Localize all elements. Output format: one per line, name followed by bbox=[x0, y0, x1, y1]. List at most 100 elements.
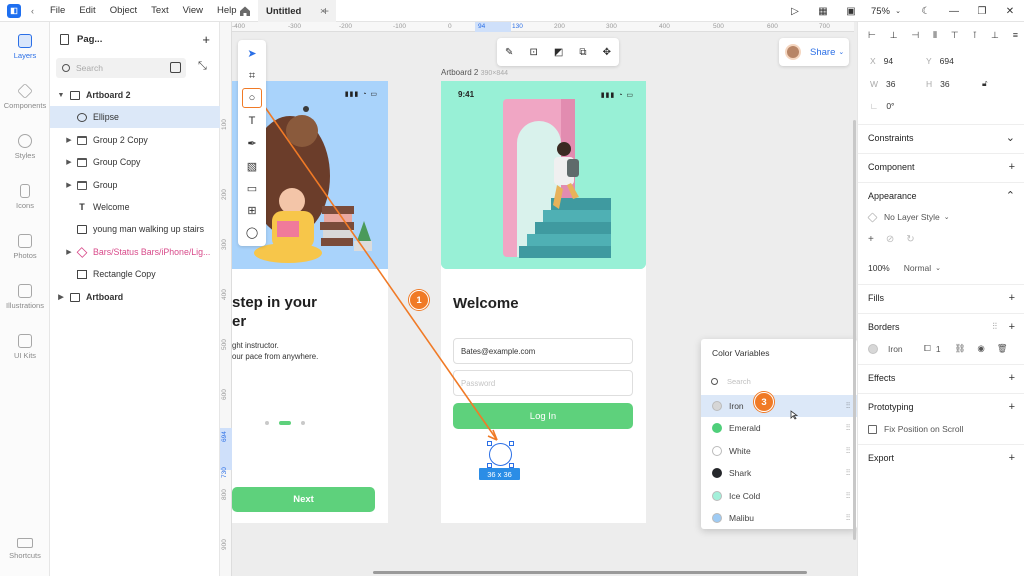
slice-tool-icon[interactable]: ▭ bbox=[242, 178, 262, 198]
component-section[interactable]: Component + bbox=[858, 153, 1024, 179]
distribute-vertical-icon[interactable]: ≡ bbox=[1013, 30, 1018, 41]
rotation-field[interactable]: ∟ 0° bbox=[870, 101, 894, 111]
select-tool-icon[interactable]: ➤ bbox=[242, 43, 262, 63]
layer-style-icon bbox=[867, 211, 878, 223]
alignment-toolbar: ⊢ ⊥ ⊣ ⫴ ⊤ ⊺ ⊥ ≡ bbox=[868, 30, 1018, 41]
add-prototype-icon[interactable]: + bbox=[1009, 401, 1015, 413]
lock-ratio-icon[interactable]: 🔓︎ bbox=[982, 78, 988, 89]
image-tool-icon[interactable]: ▧ bbox=[242, 156, 262, 176]
color-swatch bbox=[712, 513, 722, 523]
border-settings-icon[interactable]: ⫶⫶ bbox=[992, 321, 997, 332]
comment-tool-icon[interactable]: ◯ bbox=[242, 222, 262, 242]
checkbox[interactable] bbox=[868, 424, 877, 434]
adjust-icon[interactable]: ⫶⫶ bbox=[846, 468, 850, 478]
share-button[interactable]: Share bbox=[810, 47, 835, 58]
border-row: Iron ⧠ 1 ⛓︎ ◉ 🗑︎ bbox=[868, 343, 1018, 354]
chevron-down-icon[interactable]: ⌄ bbox=[838, 48, 844, 56]
components-tool-icon[interactable]: ⊞ bbox=[242, 200, 262, 220]
rotation-icon: ∟ bbox=[870, 101, 879, 111]
y-field[interactable]: Y 694 bbox=[926, 56, 954, 66]
ellipse-tool-icon[interactable]: ○ bbox=[242, 88, 262, 108]
mask-icon[interactable]: ⧉ bbox=[579, 47, 586, 58]
step-badge-1: 1 bbox=[409, 290, 429, 310]
align-right-icon[interactable]: ⊣ bbox=[911, 30, 919, 41]
share-control[interactable]: Share ⌄ bbox=[779, 38, 849, 66]
effects-label: Effects bbox=[868, 372, 896, 383]
prototyping-section[interactable]: Prototyping + bbox=[858, 393, 1024, 419]
color-search-input[interactable]: Search bbox=[711, 373, 849, 389]
effects-section[interactable]: Effects + bbox=[858, 364, 1024, 390]
constraints-section[interactable]: Constraints ⌄ bbox=[858, 124, 1024, 150]
adjust-icon[interactable]: ⫶⫶ bbox=[846, 446, 850, 456]
borders-section[interactable]: Borders ⫶⫶ + bbox=[858, 313, 1024, 339]
text-box-icon[interactable]: ⊡ bbox=[529, 47, 537, 58]
add-component-icon[interactable]: + bbox=[1009, 161, 1015, 173]
color-name: Malibu bbox=[729, 513, 755, 523]
fix-position-checkbox[interactable]: Fix Position on Scroll bbox=[868, 424, 963, 434]
color-variable-emerald[interactable]: Emerald ⫶⫶ bbox=[701, 417, 857, 439]
edit-pen-icon[interactable]: ✎ bbox=[505, 47, 513, 58]
border-color-swatch[interactable] bbox=[868, 343, 878, 354]
align-left-icon[interactable]: ⊢ bbox=[868, 30, 876, 41]
properties-panel: ⊢ ⊥ ⊣ ⫴ ⊤ ⊺ ⊥ ≡ X 94 Y 694 W 36 H 36 🔓︎ ∟ 0° … bbox=[857, 22, 1024, 576]
color-name: Shark bbox=[729, 468, 752, 478]
chevron-up-icon[interactable]: ⌃ bbox=[1006, 189, 1015, 202]
adjust-icon[interactable]: ⫶⫶ bbox=[846, 401, 850, 411]
color-swatch bbox=[712, 491, 722, 501]
add-effect-icon[interactable]: + bbox=[1009, 372, 1015, 384]
canvas-vertical-scrollbar[interactable] bbox=[853, 120, 856, 540]
adjust-icon[interactable]: ⫶⫶ bbox=[846, 513, 850, 523]
layer-style-dropdown[interactable]: No Layer Style ⌄ bbox=[867, 211, 950, 223]
x-field[interactable]: X 94 bbox=[870, 56, 893, 66]
fills-section[interactable]: Fills + bbox=[858, 284, 1024, 310]
align-top-icon[interactable]: ⊤ bbox=[951, 30, 959, 41]
border-color-name[interactable]: Iron bbox=[888, 344, 924, 354]
color-variable-ice-cold[interactable]: Ice Cold ⫶⫶ bbox=[701, 485, 857, 507]
width-field[interactable]: W 36 bbox=[870, 79, 896, 89]
border-position-icon[interactable]: ⧠ bbox=[924, 343, 931, 354]
color-name: Emerald bbox=[729, 423, 761, 433]
color-name: Ice Cold bbox=[729, 491, 761, 501]
distribute-horizontal-icon[interactable]: ⫴ bbox=[933, 30, 937, 41]
search-icon bbox=[711, 377, 718, 385]
add-export-icon[interactable]: + bbox=[1009, 452, 1015, 464]
reset-style-icon[interactable]: ↻ bbox=[906, 234, 914, 245]
text-tool-icon[interactable]: T bbox=[242, 111, 262, 131]
w-label: W bbox=[870, 79, 879, 89]
visibility-eye-icon[interactable]: ◉ bbox=[977, 343, 984, 354]
link-icon[interactable]: ⛓︎ bbox=[955, 343, 966, 354]
adjust-icon[interactable]: ⫶⫶ bbox=[846, 423, 850, 433]
color-variable-iron[interactable]: Iron ⫶⫶ bbox=[701, 395, 857, 417]
color-variable-shark[interactable]: Shark ⫶⫶ bbox=[701, 462, 857, 484]
constraints-label: Constraints bbox=[868, 132, 914, 143]
align-center-icon[interactable]: ⊥ bbox=[890, 30, 898, 41]
appearance-section[interactable]: Appearance ⌃ bbox=[858, 182, 1024, 208]
artboard-tool-icon[interactable]: ⌗ bbox=[242, 66, 262, 86]
align-middle-icon[interactable]: ⊺ bbox=[972, 30, 977, 41]
component-create-icon[interactable]: ✥ bbox=[603, 47, 611, 58]
chevron-down-icon[interactable]: ⌄ bbox=[1006, 131, 1015, 144]
adjust-icon[interactable]: ⫶⫶ bbox=[846, 491, 850, 501]
sync-style-icon[interactable]: ⊘ bbox=[886, 234, 894, 245]
boolean-ops-icon[interactable]: ◩ bbox=[554, 47, 563, 58]
export-section[interactable]: Export + bbox=[858, 444, 1024, 470]
height-field[interactable]: H 36 bbox=[926, 79, 950, 89]
canvas-horizontal-scrollbar[interactable] bbox=[373, 571, 807, 574]
chevron-down-icon[interactable]: ⌄ bbox=[935, 264, 941, 272]
color-variable-white[interactable]: White ⫶⫶ bbox=[701, 440, 857, 462]
border-width-value[interactable]: 1 bbox=[936, 344, 941, 354]
h-label: H bbox=[926, 79, 933, 89]
pen-tool-icon[interactable]: ✒ bbox=[242, 133, 262, 153]
y-value: 694 bbox=[939, 56, 954, 66]
add-border-icon[interactable]: + bbox=[1009, 321, 1015, 333]
blend-mode-dropdown[interactable]: Normal bbox=[904, 263, 931, 273]
delete-icon[interactable]: 🗑︎ bbox=[997, 343, 1008, 354]
add-fill-icon[interactable]: + bbox=[1009, 292, 1015, 304]
opacity-blend-row: 100% Normal ⌄ bbox=[868, 263, 941, 273]
align-bottom-icon[interactable]: ⊥ bbox=[991, 30, 999, 41]
fix-position-label: Fix Position on Scroll bbox=[884, 424, 964, 434]
add-style-icon[interactable]: + bbox=[868, 234, 874, 245]
opacity-value[interactable]: 100% bbox=[868, 263, 890, 273]
color-variable-malibu[interactable]: Malibu ⫶⫶ bbox=[701, 507, 857, 529]
appearance-label: Appearance bbox=[868, 190, 917, 201]
